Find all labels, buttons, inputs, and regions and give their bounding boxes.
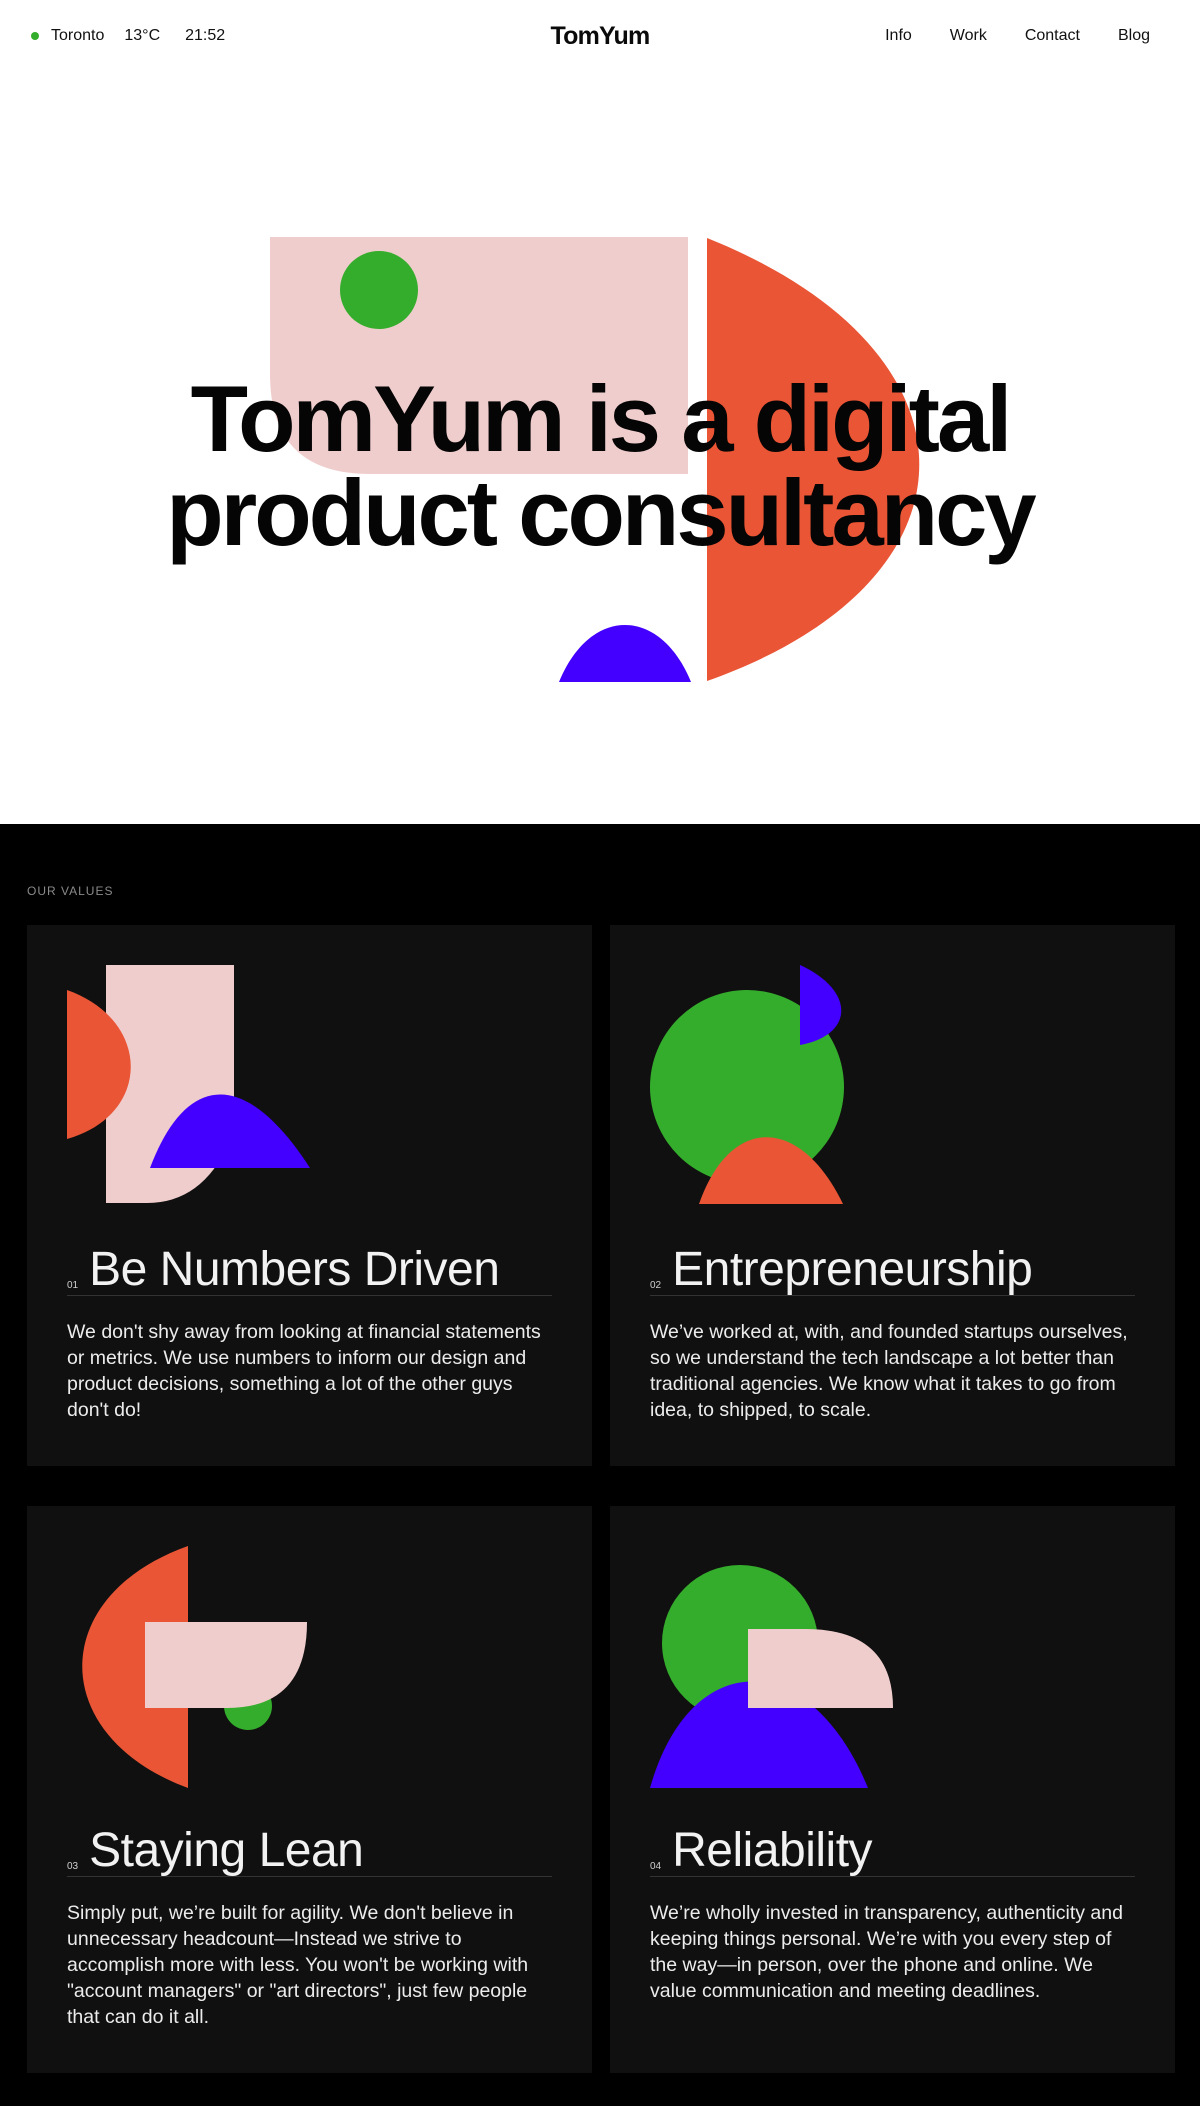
card-3-title: Staying Lean	[89, 1824, 364, 1877]
hero-green-circle	[340, 251, 418, 329]
section-label: OUR VALUES	[27, 884, 114, 898]
card-4-heading: 04 Reliability	[650, 1826, 1135, 1877]
card-2-number: 02	[650, 1280, 662, 1291]
hero-heading: TomYum is a digital product consultancy	[0, 372, 1200, 560]
card-4-description: We’re wholly invested in transparency, a…	[650, 1902, 1123, 2002]
nav-link-work[interactable]: Work	[950, 27, 987, 45]
nav-link-info[interactable]: Info	[885, 27, 912, 45]
card-4-title: Reliability	[672, 1824, 873, 1877]
hero-heading-line-2: product consultancy	[166, 460, 1036, 565]
card-1-description: We don't shy away from looking at financ…	[67, 1321, 541, 1421]
card-2-heading: 02 Entrepreneurship	[650, 1245, 1135, 1296]
hero-heading-line-1: TomYum is a digital	[190, 366, 1013, 471]
card-4-number: 04	[650, 1861, 662, 1872]
card-1-number: 01	[67, 1280, 79, 1291]
card-3-number: 03	[67, 1861, 79, 1872]
card-2-blue-shape	[800, 965, 842, 1045]
hero-blue-dome	[559, 625, 691, 682]
value-card-staying-lean: 03 Staying Lean Simply put, we’re built …	[27, 1506, 592, 2073]
card-1-title: Be Numbers Driven	[89, 1243, 500, 1296]
value-card-reliability: 04 Reliability We’re wholly invested in …	[610, 1506, 1175, 2073]
nav-link-blog[interactable]: Blog	[1118, 27, 1150, 45]
hero-section: TomYum is a digital product consultancy	[0, 76, 1200, 824]
site-header: Toronto 13°C 21:52 TomYum Info Work Cont…	[0, 0, 1200, 76]
card-1-heading: 01 Be Numbers Driven	[67, 1245, 552, 1296]
main-nav: Info Work Contact Blog	[847, 27, 1150, 45]
card-2-title: Entrepreneurship	[672, 1243, 1033, 1296]
card-3-heading: 03 Staying Lean	[67, 1826, 552, 1877]
card-3-pink-shape	[145, 1622, 307, 1708]
card-2-description: We’ve worked at, with, and founded start…	[650, 1321, 1128, 1421]
nav-link-contact[interactable]: Contact	[1025, 27, 1080, 45]
value-card-numbers-driven: 01 Be Numbers Driven We don't shy away f…	[27, 925, 592, 1466]
values-section: OUR VALUES 01 Be Numbers Driven We don't…	[0, 824, 1200, 2106]
card-3-description: Simply put, we’re built for agility. We …	[67, 1902, 529, 2028]
card-4-pink-shape	[748, 1629, 893, 1708]
value-card-entrepreneurship: 02 Entrepreneurship We’ve worked at, wit…	[610, 925, 1175, 1466]
